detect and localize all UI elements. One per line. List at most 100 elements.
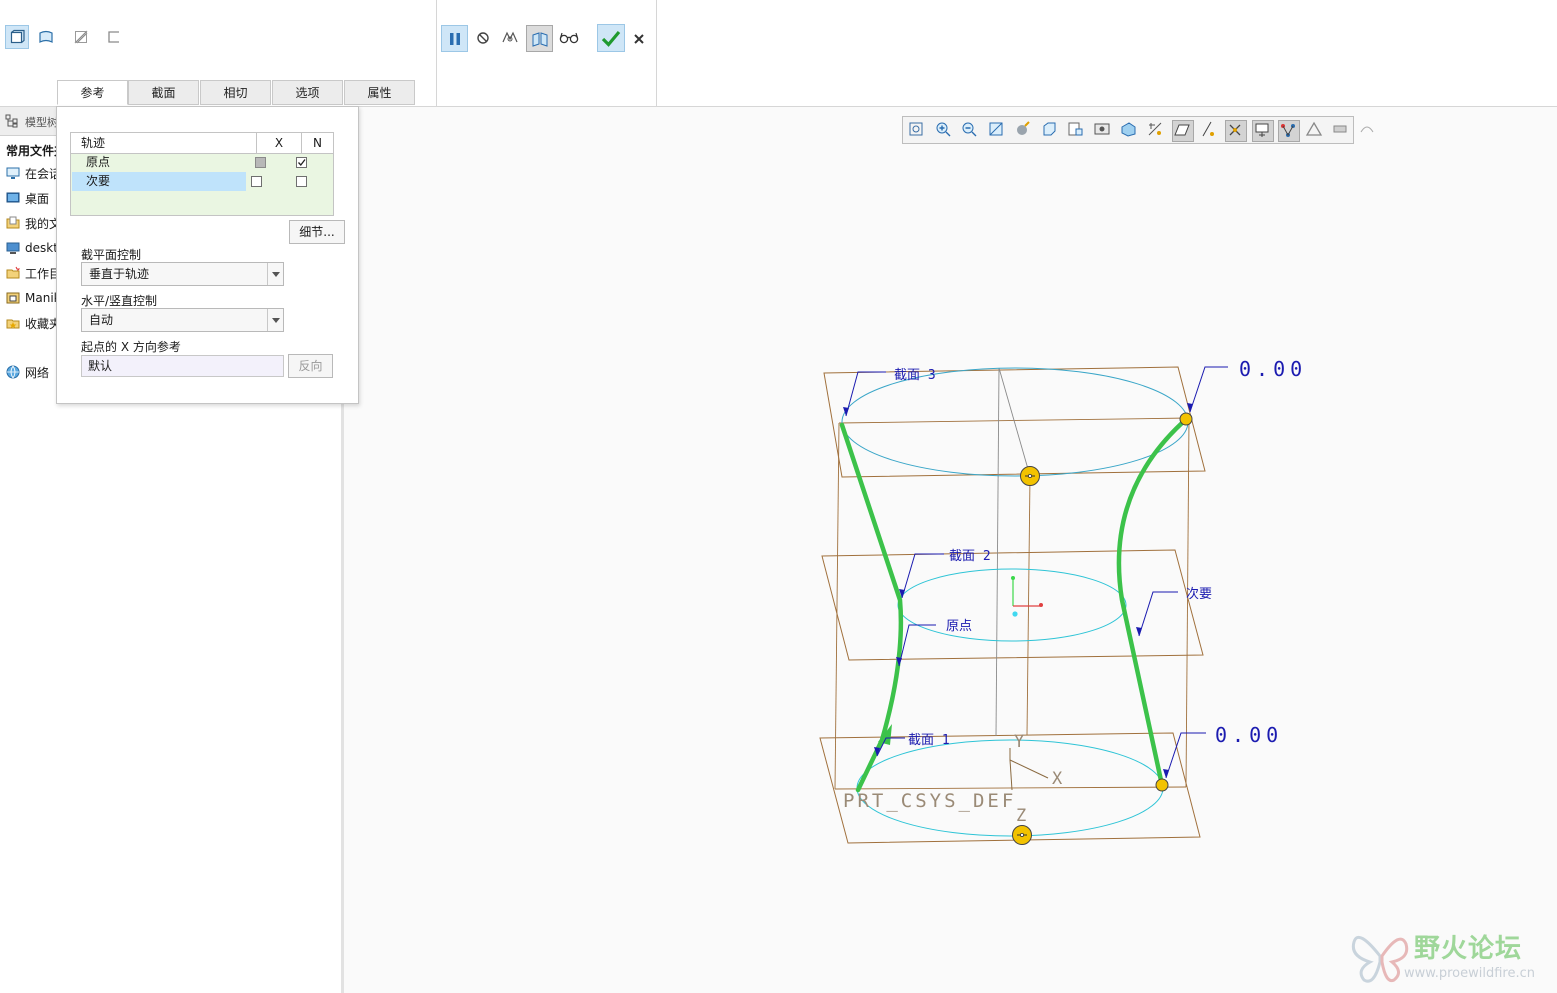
leader-arrow-icon <box>1163 769 1169 778</box>
no-preview-icon[interactable] <box>471 26 495 50</box>
origin-trajectory[interactable] <box>839 422 904 793</box>
details-button[interactable]: 细节... <box>289 220 345 244</box>
leader-line <box>1189 366 1228 413</box>
solid-icon[interactable] <box>5 25 29 49</box>
nav-item-network[interactable]: 网络 <box>6 362 49 382</box>
verify-icon[interactable] <box>526 25 553 52</box>
work-folder-icon <box>6 266 21 280</box>
dashboard-ribbon: 参考 截面 相切 选项 属性 <box>0 0 1557 107</box>
drag-handles[interactable] <box>1012 412 1193 845</box>
table-row[interactable]: 次要 <box>71 172 333 191</box>
model-tree-icon[interactable] <box>5 114 19 131</box>
manikin-icon <box>6 291 20 305</box>
n-column-header: N <box>302 133 333 154</box>
trajectory-table: 轨迹 X N 原点 次要 <box>70 132 334 216</box>
leader-line <box>901 553 944 599</box>
section-plane-select[interactable]: 垂直于轨迹 <box>81 262 284 286</box>
section-plane-label: 截平面控制 <box>81 248 142 262</box>
desktop-icon <box>6 191 20 205</box>
hv-control-label: 水平/竖直控制 <box>81 294 158 308</box>
coordinate-system <box>1009 576 1049 791</box>
x-checkbox[interactable] <box>251 176 262 187</box>
trajectory-name: 次要 <box>86 174 111 188</box>
box-edge <box>995 367 1000 737</box>
nav-item-label: 网络 <box>25 365 50 380</box>
nav-item-desktop[interactable]: 桌面 <box>6 188 49 208</box>
x-reference-label: 起点的 X 方向参考 <box>81 340 181 354</box>
secondary-trajectory[interactable] <box>1116 420 1185 788</box>
annotations: 截面 3 截面 2 原点 次要截面 1 0.00 0.00 PRT_CSYS_DEF X Y Z <box>843 357 1307 826</box>
x-checkbox[interactable] <box>255 157 266 168</box>
butterfly-logo-icon <box>1351 935 1409 983</box>
nav-item-label: 桌面 <box>25 191 50 206</box>
chevron-down-icon[interactable] <box>267 309 283 331</box>
box-edge <box>834 422 840 790</box>
trajectory-name: 原点 <box>86 155 111 169</box>
origin-label: 原点 <box>946 619 972 634</box>
y-axis-label: Y <box>1014 732 1024 752</box>
pause-icon[interactable] <box>441 25 468 52</box>
section-2-label: 截面 2 <box>949 549 991 564</box>
references-panel: 轨迹 X N 原点 次要 细节... 截平面控制 垂直于轨迹 水平/竖直控制 自… <box>56 106 359 404</box>
section-3-label: 截面 3 <box>894 368 936 383</box>
tab-properties[interactable]: 属性 <box>344 80 415 105</box>
ribbon-separator <box>436 0 437 106</box>
handle-center <box>1028 473 1033 478</box>
watermark-title: 野火论坛 <box>1414 934 1523 964</box>
secondary-label: 次要 <box>1186 586 1212 602</box>
glasses-icon[interactable] <box>557 26 581 50</box>
cut-icon[interactable] <box>102 25 126 49</box>
section-2-ellipse[interactable] <box>897 568 1127 642</box>
section-ellipses <box>841 367 1189 837</box>
chevron-down-icon[interactable] <box>267 263 283 285</box>
hv-control-value: 自动 <box>89 313 114 327</box>
bottom-dimension-label: 0.00 <box>1215 723 1283 747</box>
local-z-dot <box>1012 611 1018 617</box>
drag-handle[interactable] <box>1179 412 1193 426</box>
section-1-label: 截面 1 <box>908 733 950 748</box>
tab-options[interactable]: 选项 <box>272 80 343 105</box>
handle-center <box>1020 833 1025 838</box>
z-axis-line <box>1009 759 1013 791</box>
flip-button[interactable]: 反向 <box>288 354 333 378</box>
top-dimension-label: 0.00 <box>1239 357 1307 381</box>
network-icon <box>6 365 20 379</box>
ribbon-separator <box>656 0 657 106</box>
box-edge <box>998 367 1031 477</box>
computer-icon <box>6 241 20 255</box>
csys-label: PRT_CSYS_DEF <box>843 790 1016 812</box>
x-axis-line <box>1009 759 1049 779</box>
close-icon[interactable] <box>627 27 651 51</box>
leader-arrow-icon <box>1136 627 1142 636</box>
preview-icon[interactable] <box>498 26 522 50</box>
table-row[interactable]: 原点 <box>71 153 333 172</box>
thin-icon[interactable] <box>69 25 93 49</box>
watermark-url: www.proewildfire.cn <box>1404 966 1535 981</box>
surface-icon[interactable] <box>34 25 58 49</box>
tab-references[interactable]: 参考 <box>57 80 128 105</box>
drag-handle[interactable] <box>1155 778 1169 792</box>
box-edge <box>834 786 1187 790</box>
tab-sections[interactable]: 截面 <box>128 80 199 105</box>
trajectory-column-header: 轨迹 <box>71 133 257 154</box>
tab-tangency[interactable]: 相切 <box>200 80 271 105</box>
local-x-dot <box>1039 603 1043 607</box>
leader-line <box>1138 591 1178 637</box>
n-checkbox[interactable] <box>296 176 307 187</box>
checkmark-icon[interactable] <box>597 24 625 52</box>
section-plane-value: 垂直于轨迹 <box>89 267 150 281</box>
nav-item-favorites[interactable]: 收藏夹 <box>6 313 61 333</box>
session-icon <box>6 166 20 180</box>
graphics-window[interactable]: 截面 3 截面 2 原点 次要截面 1 0.00 0.00 PRT_CSYS_DEF X Y Z <box>344 107 1557 993</box>
leader-arrow-icon <box>1187 403 1193 412</box>
x-axis-label: X <box>1052 769 1063 789</box>
x-column-header: X <box>257 133 302 154</box>
documents-icon <box>6 216 20 230</box>
favorites-icon <box>6 316 20 330</box>
x-reference-field[interactable]: 默认 <box>81 355 284 377</box>
hv-control-select[interactable]: 自动 <box>81 308 284 332</box>
model-tree-tab[interactable]: 模型树 <box>25 114 58 130</box>
local-y-dot <box>1011 576 1015 580</box>
n-checkbox[interactable] <box>296 157 307 168</box>
forum-watermark: 野火论坛 www.proewildfire.cn <box>1350 924 1555 990</box>
